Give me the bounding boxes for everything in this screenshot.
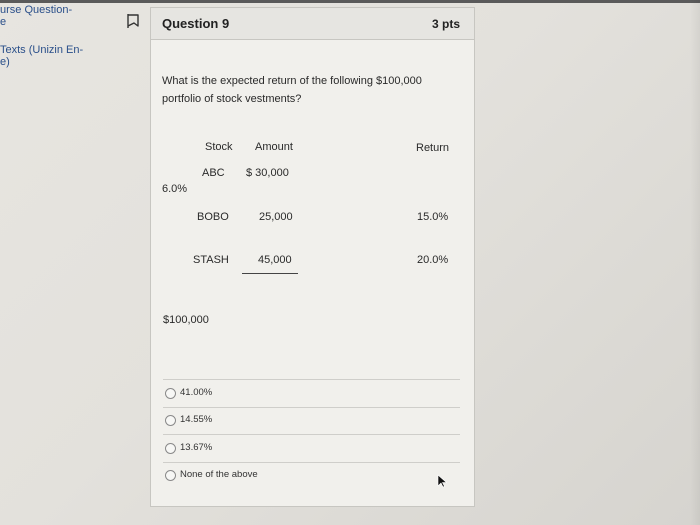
flag-icon[interactable] [126,13,142,29]
question-card: Question 9 3 pts What is the expected re… [150,7,475,507]
question-text: What is the expected return of the follo… [162,75,422,105]
table-cell-amount: $ 30,000 [246,167,289,179]
mouse-cursor-icon [437,474,448,488]
sidebar-link-question-bank-cont[interactable]: e [0,16,6,28]
screen-edge-shade [690,0,700,525]
table-cell-amount: 25,000 [259,211,293,223]
radio-button[interactable] [165,415,176,426]
question-title: Question 9 [162,16,230,31]
answer-divider [163,434,460,435]
radio-button[interactable] [165,388,176,399]
table-cell-stock: BOBO [197,211,229,223]
course-sidebar: urse Question- e Texts (Unizin En- e) [0,0,118,525]
answer-label: None of the above [180,469,258,480]
table-cell-amount: 45,000 [258,254,292,266]
table-cell-return: 20.0% [417,254,449,266]
table-cell-stock: ABC [202,167,225,179]
table-header-amount: Amount [255,141,293,153]
answer-option[interactable]: 41.00% [165,386,365,402]
table-cell-stock: STASH [193,254,229,266]
table-header-return: Return [416,142,450,154]
answer-divider [163,462,460,463]
table-header-stock: Stock [205,141,233,153]
table-cell-return: 15.0% [417,211,449,223]
answer-label: 14.55% [180,414,213,425]
sum-underline [242,273,298,274]
radio-button[interactable] [165,470,176,481]
answer-label: 13.67% [180,442,213,453]
answer-option[interactable]: 13.67% [165,441,365,457]
sidebar-link-texts[interactable]: Texts (Unizin En- [0,44,83,56]
radio-button[interactable] [165,443,176,454]
answer-label: 41.00% [180,387,213,398]
table-cell-return: 6.0% [162,183,188,195]
table-total: $100,000 [163,314,209,326]
answer-option[interactable]: 14.55% [165,413,365,429]
question-header: Question 9 3 pts [151,8,474,40]
answer-divider [163,407,460,408]
sidebar-link-texts-cont[interactable]: e) [0,56,10,68]
sidebar-link-question-bank[interactable]: urse Question- [0,4,72,16]
question-points: 3 pts [431,17,460,31]
answer-divider [163,379,460,380]
answer-option[interactable]: None of the above [165,468,365,484]
